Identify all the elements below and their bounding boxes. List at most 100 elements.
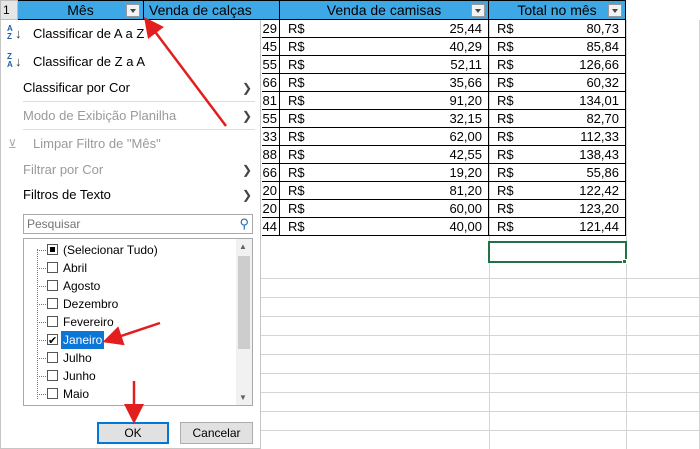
- camisas-cell[interactable]: R$ 35,66: [280, 74, 489, 92]
- cell-value: 62,00: [449, 129, 482, 144]
- currency-symbol: R$: [497, 219, 514, 234]
- calcas-cell-partial[interactable]: 55: [262, 56, 280, 74]
- menu-sort-az[interactable]: AZ ↓ Classificar de A a Z: [1, 22, 260, 46]
- camisas-cell[interactable]: R$ 25,44: [280, 20, 489, 38]
- checkbox[interactable]: [47, 370, 58, 381]
- total-cell[interactable]: R$ 121,44: [489, 218, 626, 236]
- ok-button[interactable]: OK: [97, 422, 169, 444]
- calcas-cell-partial[interactable]: 44: [262, 218, 280, 236]
- submenu-arrow-icon: ❯: [241, 163, 252, 177]
- checkbox[interactable]: [47, 388, 58, 399]
- camisas-cell[interactable]: R$ 60,00: [280, 200, 489, 218]
- cell-value: 40,00: [449, 219, 482, 234]
- list-item-label: Agosto: [63, 279, 101, 293]
- camisas-cell[interactable]: R$ 62,00: [280, 128, 489, 146]
- total-cell[interactable]: R$ 122,42: [489, 182, 626, 200]
- menu-separator: [23, 101, 255, 102]
- menu-text-filters[interactable]: Filtros de Texto ❯: [1, 183, 260, 207]
- filter-list-item[interactable]: Fevereiro: [24, 313, 236, 331]
- sort-za-icon: ZA: [7, 52, 13, 69]
- scrollbar-thumb[interactable]: [238, 256, 250, 349]
- cell-value: 25,44: [449, 21, 482, 36]
- checkbox[interactable]: [47, 352, 58, 363]
- calcas-cell-partial[interactable]: 33: [262, 128, 280, 146]
- list-scrollbar[interactable]: ▲ ▼: [236, 239, 252, 405]
- calcas-cell-partial[interactable]: 45: [262, 38, 280, 56]
- cancel-button[interactable]: Cancelar: [180, 422, 253, 444]
- camisas-cell[interactable]: R$ 52,11: [280, 56, 489, 74]
- tree-connector: [37, 376, 46, 377]
- total-cell[interactable]: R$ 80,73: [489, 20, 626, 38]
- menu-sort-by-color[interactable]: Classificar por Cor ❯: [1, 76, 260, 100]
- tree-connector: [37, 322, 46, 323]
- scroll-down-icon[interactable]: ▼: [239, 393, 247, 402]
- calcas-cell-partial[interactable]: 29: [262, 20, 280, 38]
- menu-filter-by-color: Filtrar por Cor ❯: [1, 158, 260, 182]
- checkbox[interactable]: [47, 298, 58, 309]
- currency-symbol: R$: [497, 129, 514, 144]
- fill-handle[interactable]: [622, 259, 627, 264]
- cell-value: 55: [262, 57, 277, 72]
- calcas-cell-partial[interactable]: 66: [262, 164, 280, 182]
- list-item-label: Fevereiro: [63, 315, 114, 329]
- header-total-label: Total no mês: [517, 2, 597, 18]
- calcas-cell-partial[interactable]: 20: [262, 182, 280, 200]
- camisas-cell[interactable]: R$ 19,20: [280, 164, 489, 182]
- filter-list-item[interactable]: (Selecionar Tudo): [24, 241, 236, 259]
- checkbox[interactable]: [47, 316, 58, 327]
- total-cell[interactable]: R$ 134,01: [489, 92, 626, 110]
- total-cell[interactable]: R$ 82,70: [489, 110, 626, 128]
- total-cell[interactable]: R$ 55,86: [489, 164, 626, 182]
- filter-dropdown-button-total[interactable]: [608, 4, 622, 17]
- camisas-cell[interactable]: R$ 91,20: [280, 92, 489, 110]
- camisas-cell[interactable]: R$ 32,15: [280, 110, 489, 128]
- filter-dropdown-button-mes[interactable]: [126, 4, 140, 17]
- camisas-cell[interactable]: R$ 42,55: [280, 146, 489, 164]
- filter-list-item[interactable]: Abril: [24, 259, 236, 277]
- checkbox[interactable]: [47, 262, 58, 273]
- currency-symbol: R$: [497, 183, 514, 198]
- calcas-cell-partial[interactable]: 20: [262, 200, 280, 218]
- row-number-header[interactable]: 1: [0, 0, 18, 20]
- cell-value: 60,32: [586, 75, 619, 90]
- calcas-cell-partial[interactable]: 88: [262, 146, 280, 164]
- cell-value: 20: [262, 183, 277, 198]
- filter-list-item[interactable]: ✔ Janeiro: [24, 331, 236, 349]
- camisas-cell[interactable]: R$ 81,20: [280, 182, 489, 200]
- menu-filter-by-color-label: Filtrar por Cor: [23, 162, 104, 177]
- checkbox[interactable]: [47, 244, 58, 255]
- list-item-label: Dezembro: [63, 297, 119, 311]
- total-cell[interactable]: R$ 126,66: [489, 56, 626, 74]
- filter-list-item[interactable]: Maio: [24, 385, 236, 403]
- cell-value: 82,70: [586, 111, 619, 126]
- filter-list-item[interactable]: Julho: [24, 349, 236, 367]
- cell-value: 45: [262, 39, 277, 54]
- filter-list-item[interactable]: Dezembro: [24, 295, 236, 313]
- camisas-cell[interactable]: R$ 40,29: [280, 38, 489, 56]
- camisas-cell[interactable]: R$ 40,00: [280, 218, 489, 236]
- menu-sort-za-label: Classificar de Z a A: [33, 54, 145, 69]
- filter-dropdown-button-camisas[interactable]: [471, 4, 485, 17]
- total-cell[interactable]: R$ 123,20: [489, 200, 626, 218]
- scroll-up-icon[interactable]: ▲: [239, 242, 247, 251]
- filter-list-item[interactable]: Junho: [24, 367, 236, 385]
- calcas-cell-partial[interactable]: 81: [262, 92, 280, 110]
- header-mes-label: Mês: [67, 2, 94, 18]
- total-cell[interactable]: R$ 138,43: [489, 146, 626, 164]
- submenu-arrow-icon: ❯: [241, 188, 252, 202]
- tree-connector: [37, 358, 46, 359]
- filter-list-item[interactable]: Agosto: [24, 277, 236, 295]
- total-cell[interactable]: R$ 85,84: [489, 38, 626, 56]
- cell-value: 121,44: [579, 219, 619, 234]
- calcas-cell-partial[interactable]: 66: [262, 74, 280, 92]
- checkbox[interactable]: [47, 280, 58, 291]
- filter-value-list[interactable]: (Selecionar Tudo) Abril Agosto Dezembro Feve…: [23, 238, 253, 406]
- calcas-cell-partial[interactable]: 55: [262, 110, 280, 128]
- total-cell[interactable]: R$ 60,32: [489, 74, 626, 92]
- menu-sort-za[interactable]: ZA ↓ Classificar de Z a A: [1, 50, 260, 74]
- cell-value: 122,42: [579, 183, 619, 198]
- total-cell[interactable]: R$ 112,33: [489, 128, 626, 146]
- currency-symbol: R$: [288, 129, 305, 144]
- search-input[interactable]: [24, 215, 227, 233]
- checkbox[interactable]: ✔: [47, 334, 58, 347]
